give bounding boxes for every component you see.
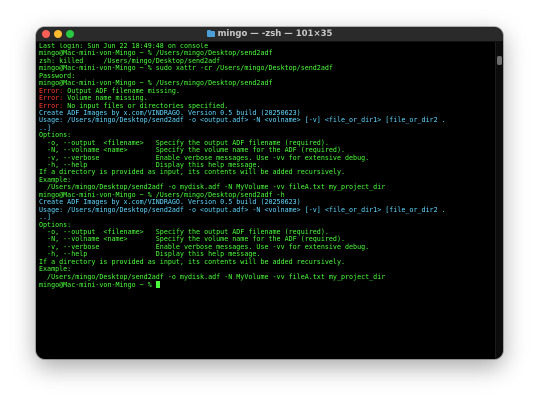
text-cursor [155,281,160,288]
line-text: If a directory is provided as input, its… [39,257,345,266]
line-text: /Users/mingo/Desktop/send2adf -o mydisk.… [39,272,386,281]
terminal-line: ..] [39,124,493,132]
folder-icon [206,29,215,37]
terminal-line: If a directory is provided as input, its… [39,169,493,176]
prompt-text: mingo@Mac-mini-von-Mingo ~ % [39,281,156,289]
window-title: mingo — -zsh — 101×35 [36,27,503,41]
terminal-line: mingo@Mac-mini-von-Mingo ~ % sudo xattr … [39,65,493,72]
terminal-line: Usage: /Users/mingo/Desktop/send2adf -o … [39,117,493,124]
line-text: Usage: /Users/mingo/Desktop/send2adf -o … [39,116,446,125]
title-bar[interactable]: mingo — -zsh — 101×35 [36,27,503,42]
terminal-line: If a directory is provided as input, its… [39,257,493,266]
terminal-line: /Users/mingo/Desktop/send2adf -o mydisk.… [39,272,493,281]
terminal-line: Usage: /Users/mingo/Desktop/send2adf -o … [39,205,493,214]
line-text: mingo@Mac-mini-von-Mingo ~ % sudo xattr … [39,64,333,73]
terminal-output[interactable]: Last login: Sun Jun 22 18:49:48 on conso… [39,43,493,357]
window-title-text: mingo — -zsh — 101×35 [217,29,333,39]
terminal-line: ..] [39,213,493,221]
terminal-window[interactable]: mingo — -zsh — 101×35 Last login: Sun Ju… [36,27,503,359]
line-text: Usage: /Users/mingo/Desktop/send2adf -o … [39,205,446,214]
scroll-thumb[interactable] [497,56,502,65]
prompt-line[interactable]: mingo@Mac-mini-von-Mingo ~ % [39,281,493,289]
line-text: If a directory is provided as input, its… [39,168,345,177]
scrollbar[interactable] [495,42,503,359]
